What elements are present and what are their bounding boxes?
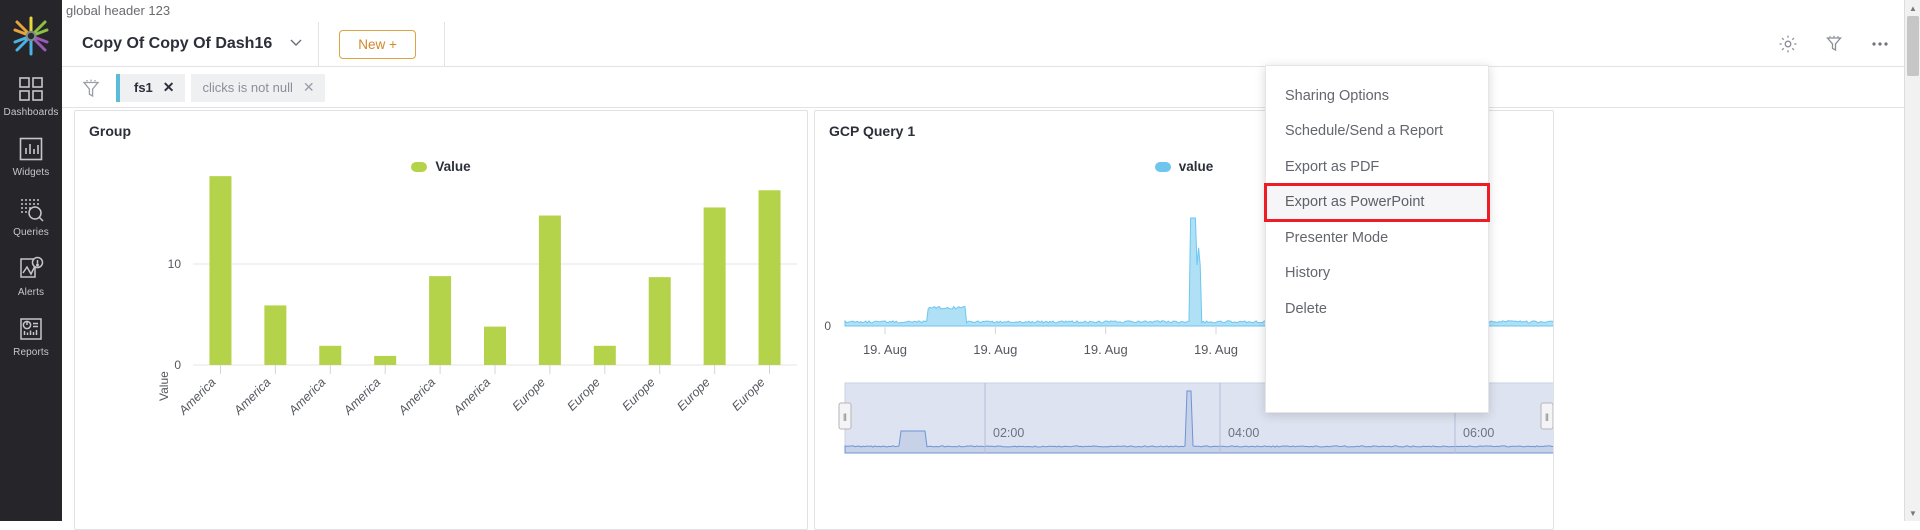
funnel-icon[interactable] (80, 77, 102, 99)
new-button-container: New + (319, 22, 445, 67)
dashboard-options-menu: Sharing Options Schedule/Send a Report E… (1265, 65, 1489, 413)
left-nav-rail: Dashboards Widgets Queries (0, 0, 62, 521)
app-logo[interactable] (9, 14, 53, 58)
sidebar-item-dashboards[interactable]: Dashboards (0, 76, 62, 118)
scrollbar-thumb[interactable] (1907, 16, 1919, 76)
svg-text:Europe: Europe (619, 375, 657, 413)
menu-item-export-as-pdf[interactable]: Export as PDF (1266, 149, 1488, 185)
sidebar-item-label: Reports (13, 347, 49, 358)
svg-text:America: America (450, 375, 493, 418)
grid-icon (18, 76, 44, 102)
svg-text:02:00: 02:00 (993, 426, 1024, 440)
svg-text:19. Aug: 19. Aug (863, 342, 907, 357)
svg-text:‖: ‖ (843, 413, 847, 424)
svg-text:America: America (285, 375, 328, 418)
new-button[interactable]: New + (339, 30, 416, 59)
global-header-bar: global header 123 (62, 0, 1920, 22)
svg-text:Europe: Europe (729, 375, 767, 413)
svg-text:‖: ‖ (1545, 413, 1549, 424)
titlebar-actions (1778, 34, 1920, 54)
global-header-text: global header 123 (62, 0, 1920, 22)
page-scrollbar[interactable]: ▲ ▼ (1904, 0, 1920, 521)
filter-chip-clicks-is-not-null[interactable]: clicks is not null ✕ (191, 74, 325, 102)
svg-text:19. Aug: 19. Aug (1194, 342, 1238, 357)
close-icon[interactable]: ✕ (163, 79, 175, 96)
filter-bar: fs1 ✕ clicks is not null ✕ (62, 68, 1920, 108)
sidebar-item-reports[interactable]: Reports (0, 316, 62, 358)
menu-item-presenter-mode[interactable]: Presenter Mode (1266, 220, 1488, 256)
filter-funnel-icon[interactable] (1824, 34, 1844, 54)
svg-text:America: America (176, 375, 219, 418)
svg-text:04:00: 04:00 (1228, 426, 1259, 440)
page-title: Copy Of Copy Of Dash16 (82, 35, 272, 53)
filter-chip-label: clicks is not null (203, 80, 293, 95)
bar-chart-svg[interactable]: 0 10 America America America America America Am… (75, 111, 808, 530)
more-options-icon[interactable] (1870, 34, 1890, 54)
svg-text:19. Aug: 19. Aug (973, 342, 1017, 357)
scroll-up-arrow[interactable]: ▲ (1905, 0, 1920, 16)
chevron-down-icon[interactable] (288, 34, 304, 55)
query-search-icon (18, 196, 44, 222)
svg-text:06:00: 06:00 (1463, 426, 1494, 440)
svg-text:Europe: Europe (565, 375, 603, 413)
gear-icon[interactable] (1778, 34, 1798, 54)
svg-text:America: America (340, 375, 383, 418)
svg-text:America: America (230, 375, 273, 418)
svg-text:0: 0 (174, 358, 181, 372)
sidebar-item-label: Queries (13, 227, 49, 238)
filter-chip-fs1[interactable]: fs1 ✕ (116, 74, 185, 102)
filter-chip-label: fs1 (134, 80, 153, 95)
svg-text:Europe: Europe (674, 375, 712, 413)
menu-item-sharing-options[interactable]: Sharing Options (1266, 78, 1488, 114)
sidebar-item-queries[interactable]: Queries (0, 196, 62, 238)
close-icon[interactable]: ✕ (303, 79, 315, 96)
svg-text:America: America (395, 375, 438, 418)
svg-text:10: 10 (168, 257, 182, 271)
menu-item-schedule-send-a-report[interactable]: Schedule/Send a Report (1266, 114, 1488, 150)
menu-item-history[interactable]: History (1266, 256, 1488, 292)
bar-chart-icon (18, 136, 44, 162)
menu-item-delete[interactable]: Delete (1266, 291, 1488, 327)
widget-panel-group: Group Value Value 010AmericaAmericaAmeri… (74, 110, 808, 530)
sidebar-item-label: Dashboards (4, 107, 59, 118)
report-icon (18, 316, 44, 342)
svg-text:0: 0 (824, 319, 831, 333)
dashboard-titlebar: Copy Of Copy Of Dash16 New + (62, 22, 1920, 67)
alert-chart-icon (18, 256, 44, 282)
sidebar-item-alerts[interactable]: Alerts (0, 256, 62, 298)
svg-text:19. Aug: 19. Aug (1084, 342, 1128, 357)
sidebar-item-label: Alerts (18, 287, 44, 298)
dashboard-selector[interactable]: Copy Of Copy Of Dash16 (62, 22, 319, 67)
sidebar-item-widgets[interactable]: Widgets (0, 136, 62, 178)
scroll-down-arrow[interactable]: ▼ (1905, 505, 1920, 521)
sidebar-item-label: Widgets (13, 167, 50, 178)
svg-text:Europe: Europe (510, 375, 548, 413)
menu-item-export-as-powerpoint[interactable]: Export as PowerPoint (1266, 185, 1488, 221)
